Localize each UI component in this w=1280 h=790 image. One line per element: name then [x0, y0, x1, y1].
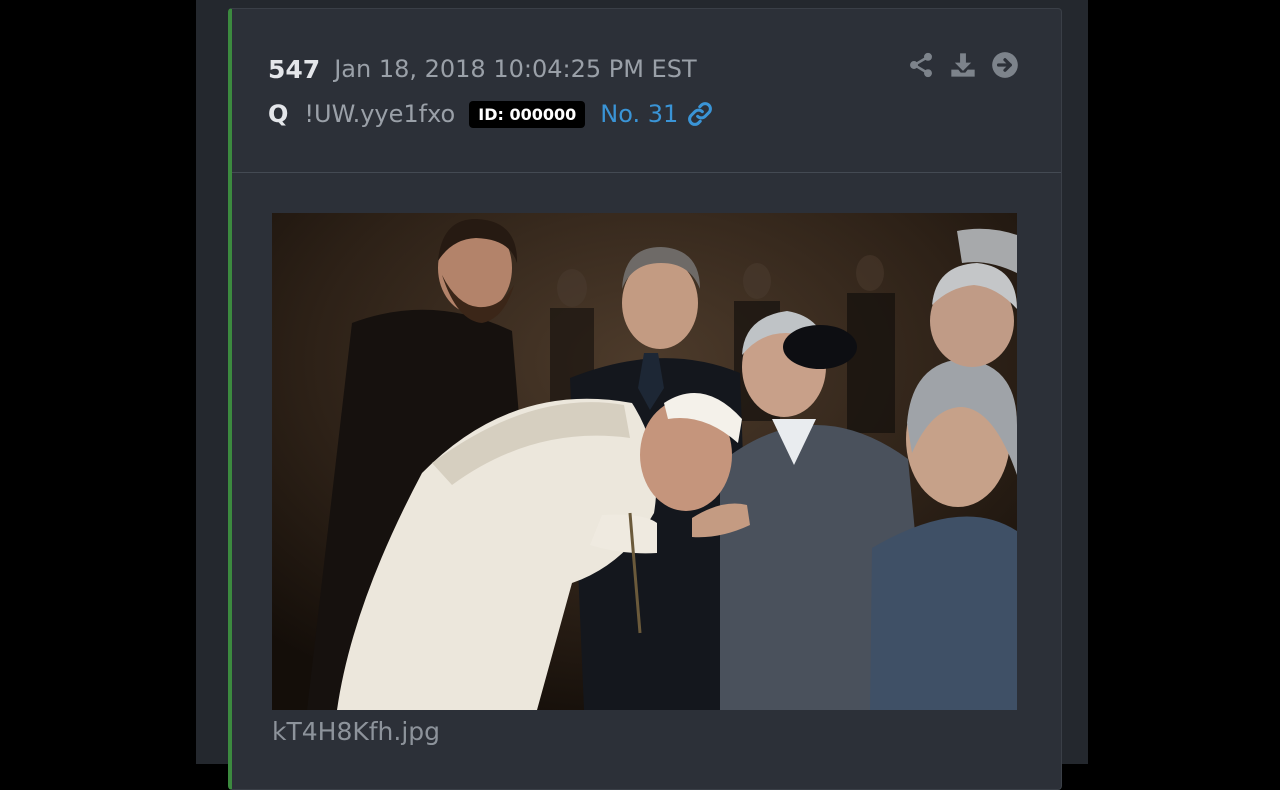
- id-badge: ID: 000000: [469, 100, 586, 128]
- download-icon[interactable]: [949, 51, 977, 79]
- share-icon[interactable]: [907, 51, 935, 79]
- attachment-filename[interactable]: kT4H8Kfh.jpg: [272, 717, 440, 746]
- photo-illustration: [272, 213, 1017, 710]
- author-name: Q: [268, 100, 289, 128]
- post-header: 547 Jan 18, 2018 10:04:25 PM EST Q !UW.y…: [232, 9, 1061, 173]
- link-icon[interactable]: [686, 100, 714, 128]
- post-timestamp: Jan 18, 2018 10:04:25 PM EST: [334, 55, 697, 83]
- post-card: 547 Jan 18, 2018 10:04:25 PM EST Q !UW.y…: [228, 8, 1062, 790]
- post-actions: [907, 51, 1019, 79]
- attached-image[interactable]: [272, 213, 1017, 710]
- tripcode: !UW.yye1fxo: [304, 100, 456, 128]
- post-number: 547: [268, 54, 321, 84]
- post-meta-row: 547 Jan 18, 2018 10:04:25 PM EST: [268, 53, 697, 85]
- arrow-right-circle-icon[interactable]: [991, 51, 1019, 79]
- post-body: kT4H8Kfh.jpg: [232, 173, 1061, 789]
- post-author-row: Q !UW.yye1fxo ID: 000000 No. 31: [268, 97, 714, 131]
- post-number-link[interactable]: No. 31: [600, 100, 678, 128]
